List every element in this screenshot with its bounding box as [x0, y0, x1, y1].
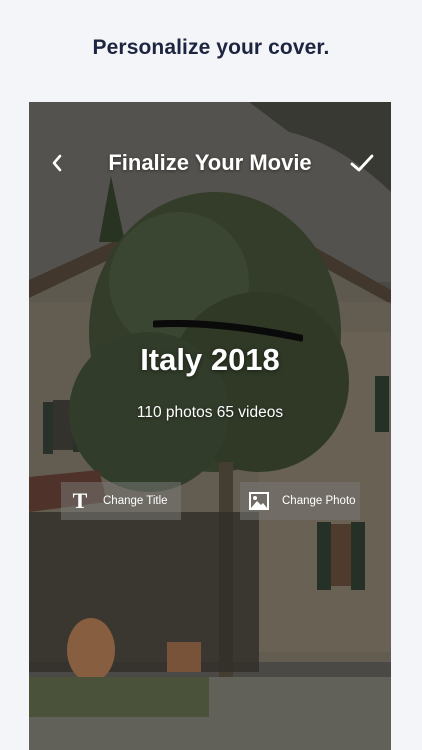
change-photo-label: Change Photo [282, 495, 356, 507]
cover-background-photo [29, 102, 391, 750]
chevron-left-icon [52, 154, 62, 172]
change-title-button[interactable]: T Change Title [61, 482, 181, 520]
page-headline: Personalize your cover. [92, 36, 330, 59]
nav-title: Finalize Your Movie [108, 150, 312, 175]
back-button[interactable] [47, 152, 69, 174]
image-icon [248, 490, 270, 512]
change-title-label: Change Title [103, 495, 168, 507]
checkmark-icon [350, 154, 374, 172]
done-button[interactable] [349, 151, 375, 175]
cover-title: Italy 2018 [140, 342, 280, 377]
cover-subtitle: 110 photos 65 videos [136, 404, 284, 421]
nav-bar: Finalize Your Movie [29, 146, 391, 182]
text-icon: T [72, 488, 88, 513]
phone-screen: Finalize Your Movie Italy 2018 110 photo… [29, 102, 391, 750]
change-photo-button[interactable]: Change Photo [240, 482, 360, 520]
